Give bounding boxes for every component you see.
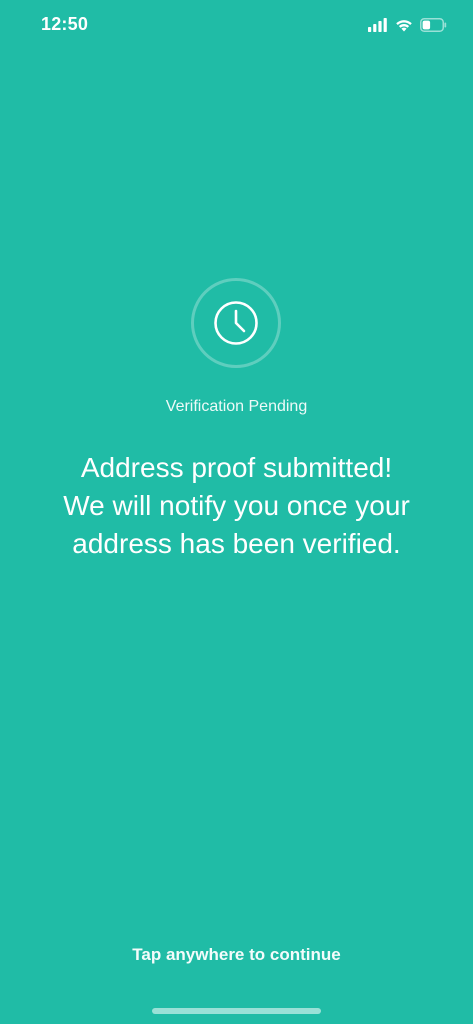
battery-icon: [420, 18, 447, 32]
battery-fill: [422, 20, 431, 30]
message-line: address has been verified.: [72, 528, 401, 559]
status-bar: 12:50: [0, 0, 473, 52]
message-line: Address proof submitted!: [80, 452, 393, 483]
pending-status-badge: [191, 278, 281, 368]
verification-message: Address proof submitted! We will notify …: [20, 449, 453, 563]
message-line: We will notify you once your: [63, 490, 410, 521]
clock-icon: [213, 300, 259, 346]
tap-to-continue-hint[interactable]: Tap anywhere to continue: [0, 945, 473, 965]
wifi-icon: [395, 18, 413, 32]
home-indicator[interactable]: [152, 1008, 321, 1014]
verification-status-label: Verification Pending: [165, 398, 308, 415]
status-time: 12:50: [41, 14, 89, 34]
verification-pending-screen[interactable]: 12:50 Verification Pending Address proof…: [0, 0, 473, 1024]
status-icons: [368, 15, 447, 35]
cellular-signal-icon: [368, 18, 388, 32]
